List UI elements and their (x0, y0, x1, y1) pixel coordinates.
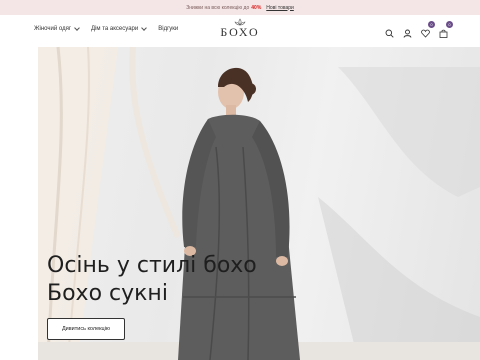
logo-wordmark: БОХО (220, 25, 260, 39)
site-header: Жіночий одяг Дім та аксесуари Відгуки БО… (0, 15, 480, 47)
main-nav: Жіночий одяг Дім та аксесуари Відгуки (34, 25, 178, 32)
header-icons: 0 0 (385, 21, 453, 38)
promo-bar: Знижки на всю колекцію до 40% Нові товар… (0, 0, 480, 15)
chevron-down-icon (74, 25, 80, 31)
chevron-down-icon (141, 25, 148, 31)
nav-item-womens-clothing[interactable]: Жіночий одяг (34, 25, 80, 32)
logo[interactable]: БОХО (214, 18, 266, 38)
nav-item-label: Жіночий одяг (34, 26, 72, 32)
search-icon (385, 29, 394, 38)
cart-count-badge: 0 (446, 21, 453, 28)
bag-icon (439, 29, 448, 38)
wishlist-button[interactable]: 0 (421, 21, 435, 38)
hero-heading-line-1: Осінь у стилі бохо (47, 253, 257, 278)
nav-item-label: Дім та аксесуари (91, 26, 139, 32)
account-button[interactable] (403, 25, 412, 38)
promo-text: Знижки на всю колекцію до (186, 4, 250, 11)
heart-icon (421, 29, 430, 38)
hero-heading: Осінь у стилі бохо Бохо сукні (47, 252, 257, 308)
promo-link[interactable]: Нові товари (266, 5, 294, 11)
nav-item-reviews[interactable]: Відгуки (158, 26, 178, 32)
hero-banner: Осінь у стилі бохо Бохо сукні Дивитись к… (38, 47, 480, 360)
search-button[interactable] (385, 25, 394, 38)
nav-item-home-accessories[interactable]: Дім та аксесуари (91, 25, 148, 32)
nav-item-label: Відгуки (158, 26, 179, 32)
hero-heading-line-2: Бохо сукні (47, 281, 168, 306)
cart-button[interactable]: 0 (439, 21, 453, 38)
wishlist-count-badge: 0 (428, 21, 435, 28)
user-icon (403, 29, 412, 38)
hero-image (38, 47, 480, 360)
promo-discount: 40% (251, 4, 262, 11)
view-collection-button[interactable]: Дивитись колекцію (47, 318, 125, 340)
